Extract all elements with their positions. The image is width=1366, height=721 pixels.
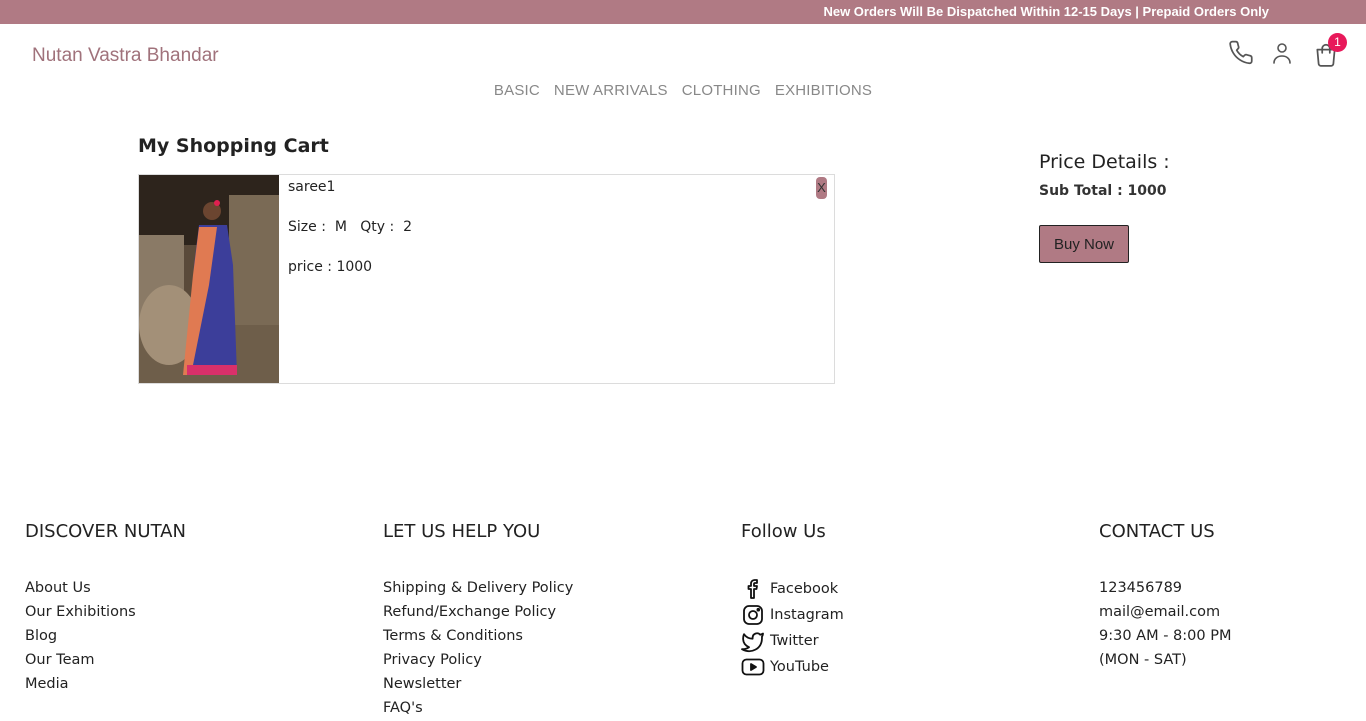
nav-item-exhibitions[interactable]: EXHIBITIONS — [775, 82, 872, 99]
footer-link-blog[interactable]: Blog — [25, 624, 186, 648]
footer-link-refund[interactable]: Refund/Exchange Policy — [383, 600, 573, 624]
footer-link-terms[interactable]: Terms & Conditions — [383, 624, 573, 648]
price-details-title: Price Details : — [1039, 151, 1170, 173]
footer-link-shipping[interactable]: Shipping & Delivery Policy — [383, 576, 573, 600]
footer-link-privacy[interactable]: Privacy Policy — [383, 648, 573, 672]
facebook-label: Facebook — [770, 581, 839, 597]
user-icon[interactable] — [1270, 41, 1294, 65]
footer-discover-title: DISCOVER NUTAN — [25, 521, 186, 542]
footer-link-faqs[interactable]: FAQ's — [383, 696, 573, 720]
youtube-label: YouTube — [770, 659, 829, 675]
size-label: Size : — [288, 219, 326, 235]
footer-link-twitter[interactable]: Twitter — [741, 628, 844, 654]
twitter-icon — [741, 629, 765, 653]
phone-icon[interactable] — [1229, 40, 1255, 66]
footer-link-our-team[interactable]: Our Team — [25, 648, 186, 672]
product-size-qty: Size : M Qty : 2 — [288, 219, 412, 235]
contact-days: (MON - SAT) — [1099, 652, 1187, 668]
footer-link-about-us[interactable]: About Us — [25, 576, 186, 600]
footer-link-instagram[interactable]: Instagram — [741, 602, 844, 628]
cart-count-badge: 1 — [1328, 33, 1347, 52]
brand-logo-link[interactable]: Nutan Vastra Bhandar — [32, 45, 219, 67]
footer-link-youtube[interactable]: YouTube — [741, 654, 844, 680]
instagram-label: Instagram — [770, 607, 844, 623]
product-name: saree1 — [288, 179, 336, 195]
footer-help-title: LET US HELP YOU — [383, 521, 541, 542]
contact-phone: 123456789 — [1099, 580, 1183, 596]
main-nav: BASIC NEW ARRIVALS CLOTHING EXHIBITIONS — [0, 82, 1366, 99]
subtotal-text: Sub Total : 1000 — [1039, 183, 1167, 199]
qty-label: Qty : — [360, 219, 395, 235]
nav-item-basic[interactable]: BASIC — [494, 82, 540, 99]
contact-hours: 9:30 AM - 8:00 PM — [1099, 628, 1232, 644]
footer-link-media[interactable]: Media — [25, 672, 186, 696]
product-image[interactable] — [139, 175, 279, 383]
facebook-icon — [741, 577, 765, 601]
cart-item-card: saree1 Size : M Qty : 2 price : 1000 X — [138, 174, 835, 384]
size-value: M — [334, 219, 347, 235]
footer-contact: CONTACT US 123456789 mail@email.com 9:30… — [1099, 521, 1231, 672]
product-price: price : 1000 — [288, 259, 373, 275]
contact-email: mail@email.com — [1099, 604, 1221, 620]
announcement-text: New Orders Will Be Dispatched Within 12-… — [823, 4, 1269, 19]
nav-item-clothing[interactable]: CLOTHING — [682, 82, 761, 99]
footer-link-our-exhibitions[interactable]: Our Exhibitions — [25, 600, 186, 624]
announcement-bar: New Orders Will Be Dispatched Within 12-… — [0, 0, 1366, 24]
remove-item-button[interactable]: X — [816, 177, 827, 199]
instagram-icon — [741, 603, 765, 627]
footer-link-newsletter[interactable]: Newsletter — [383, 672, 573, 696]
nav-item-new-arrivals[interactable]: NEW ARRIVALS — [554, 82, 668, 99]
qty-value: 2 — [403, 219, 413, 235]
footer-follow-title: Follow Us — [741, 521, 826, 542]
footer-follow: Follow Us Facebook Instagram Twitter You… — [741, 521, 844, 680]
footer-discover: DISCOVER NUTAN About Us Our Exhibitions … — [25, 521, 186, 696]
footer-link-facebook[interactable]: Facebook — [741, 576, 844, 602]
cart-title: My Shopping Cart — [138, 135, 329, 157]
footer-help: LET US HELP YOU Shipping & Delivery Poli… — [383, 521, 573, 720]
buy-now-button[interactable]: Buy Now — [1039, 225, 1129, 263]
youtube-icon — [741, 655, 765, 679]
footer-contact-title: CONTACT US — [1099, 521, 1215, 542]
twitter-label: Twitter — [770, 633, 819, 649]
